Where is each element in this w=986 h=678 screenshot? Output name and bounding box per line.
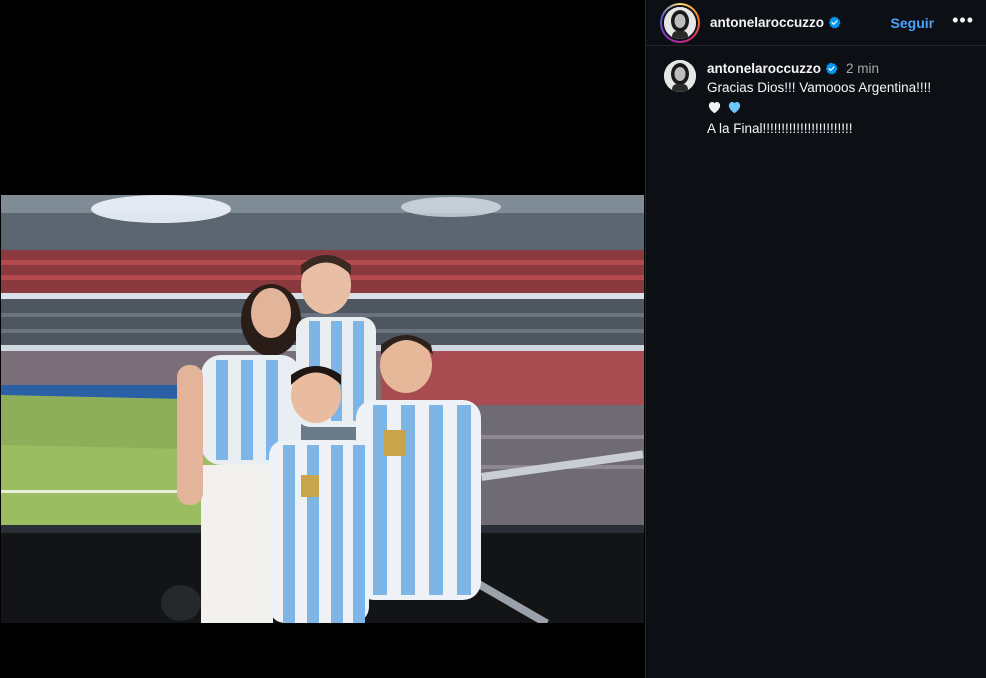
more-options-icon[interactable]: ••• [952,11,974,31]
post-photo[interactable] [1,195,644,623]
caption-username[interactable]: antonelaroccuzzo [707,61,821,76]
post-header: antonelaroccuzzo Seguir ••• [646,0,986,46]
caption-text-line-1: Gracias Dios!!! Vamooos Argentina!!!! [707,80,932,95]
caption: antonelaroccuzzo 2 min Gracias Dios!!! V… [646,46,986,138]
post-timestamp[interactable]: 2 min [846,61,879,76]
follow-button[interactable]: Seguir [891,15,935,31]
caption-body: antonelaroccuzzo 2 min Gracias Dios!!! V… [707,59,931,138]
header-username[interactable]: antonelaroccuzzo [710,15,824,30]
caption-text-line-3: A la Final!!!!!!!!!!!!!!!!!!!!!!!! [707,120,853,136]
post-sidebar: antonelaroccuzzo Seguir ••• antonelarocc… [645,0,986,678]
avatar[interactable] [664,6,696,39]
story-ring[interactable] [660,2,700,43]
light-blue-heart-icon [728,101,741,113]
verified-badge-icon [828,16,841,29]
family-stadium-photo [1,195,644,623]
caption-avatar[interactable] [664,60,696,92]
media-viewer [0,0,645,678]
white-heart-icon [708,101,721,113]
profile-photo-icon [664,60,696,92]
verified-badge-icon [825,62,838,75]
profile-photo-icon [664,6,696,39]
caption-emoji-line [707,97,742,116]
